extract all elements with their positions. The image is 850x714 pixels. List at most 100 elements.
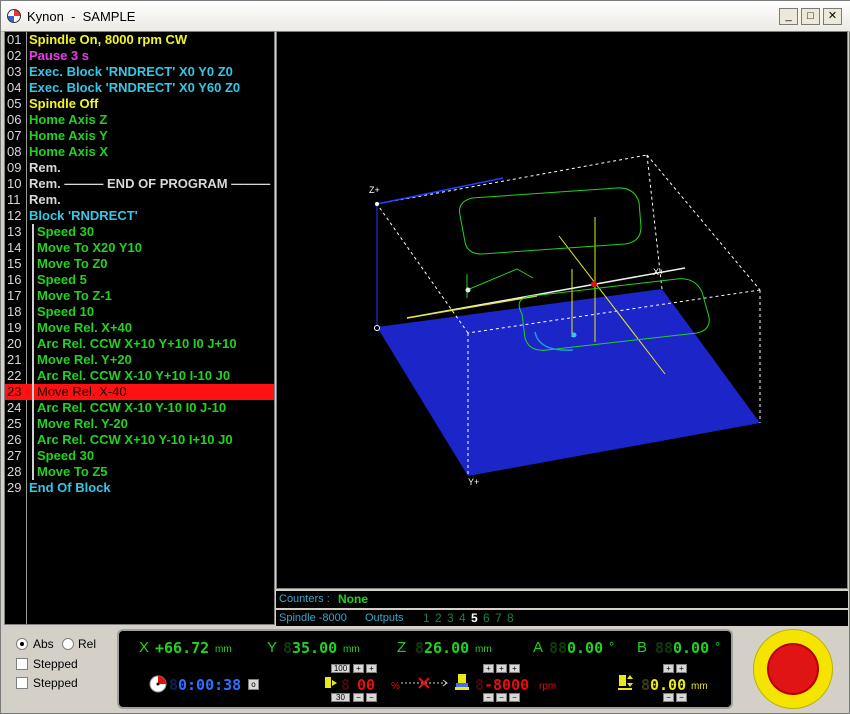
maximize-button[interactable]: □: [801, 8, 820, 25]
zsafe-minus-button-2[interactable]: −: [676, 693, 687, 702]
program-line[interactable]: 11 Rem.: [5, 192, 274, 208]
program-line[interactable]: 19 Move Rel. X+40: [5, 320, 274, 336]
program-line[interactable]: 08 Home Axis X: [5, 144, 274, 160]
program-line[interactable]: 29 End Of Block: [5, 480, 274, 496]
program-line[interactable]: 25 Move Rel. Y-20: [5, 416, 274, 432]
emergency-stop-red-cap[interactable]: [769, 645, 817, 693]
z-axis-dro-value[interactable]: 26.00: [424, 639, 469, 657]
close-button[interactable]: ✕: [823, 8, 842, 25]
program-line[interactable]: 04 Exec. Block 'RNDRECT' X0 Y60 Z0: [5, 80, 274, 96]
line-command: Move To Z0: [37, 256, 108, 271]
zsafe-plus-button-2[interactable]: +: [676, 664, 687, 673]
rpm-minus-button-3[interactable]: −: [509, 693, 520, 702]
y-axis-unit: mm: [343, 644, 360, 655]
window-title: Kynon - SAMPLE: [27, 9, 136, 24]
output-indicator-5: 5: [471, 611, 478, 625]
feed-minus-button[interactable]: −: [353, 693, 364, 702]
b-axis-dro-value[interactable]: 0.00: [673, 639, 709, 657]
line-command: Arc Rel. CCW X-10 Y-10 I0 J-10: [37, 400, 227, 415]
program-line[interactable]: 26 Arc Rel. CCW X+10 Y-10 I+10 J0: [5, 432, 274, 448]
minimize-button[interactable]: _: [779, 8, 798, 25]
stepped-label-2: Stepped: [33, 676, 78, 690]
program-line[interactable]: 28 Move To Z5: [5, 464, 274, 480]
feed-plus-fast-button[interactable]: +: [366, 664, 377, 673]
x-axis-label: X+: [653, 267, 664, 277]
rpm-minus-button-1[interactable]: −: [483, 693, 494, 702]
line-command: Speed 30: [37, 224, 95, 239]
title-bar[interactable]: Kynon - SAMPLE _ □ ✕: [1, 1, 850, 32]
program-line[interactable]: 14 Move To X20 Y10: [5, 240, 274, 256]
a-axis-dro-value[interactable]: 0.00: [567, 639, 603, 657]
program-line[interactable]: 12 Block 'RNDRECT': [5, 208, 274, 224]
zsafe-value: 0.00: [650, 676, 687, 694]
rel-radio[interactable]: [62, 638, 74, 650]
stepped-checkbox-2[interactable]: [16, 677, 28, 689]
timer-reset-button[interactable]: o: [248, 679, 259, 690]
z-axis-line: [376, 177, 504, 205]
program-line[interactable]: 10 Rem. ——— END OF PROGRAM ———: [5, 176, 274, 192]
program-line[interactable]: 17 Move To Z-1: [5, 288, 274, 304]
y-axis-label: Y+: [468, 477, 479, 487]
line-command: Move To Z5: [37, 464, 108, 479]
line-command: Speed 30: [37, 448, 95, 463]
a-axis-dro-ghost: 88: [549, 639, 568, 657]
timer-clock-icon: [149, 675, 167, 693]
program-line[interactable]: 21 Move Rel. Y+20: [5, 352, 274, 368]
line-number: 08: [7, 144, 22, 159]
program-line[interactable]: 20 Arc Rel. CCW X+10 Y+10 I0 J+10: [5, 336, 274, 352]
rpm-plus-button-1[interactable]: +: [483, 664, 494, 673]
program-line[interactable]: 23 Move Rel. X-40: [5, 384, 274, 400]
rpm-plus-button-3[interactable]: +: [509, 664, 520, 673]
y-axis-dro-value[interactable]: 35.00: [292, 639, 337, 657]
rpm-value: -8000: [484, 676, 530, 694]
app-logo-icon: [7, 9, 21, 23]
program-line[interactable]: 22 Arc Rel. CCW X-10 Y+10 I-10 J0: [5, 368, 274, 384]
block-indent-bar: [32, 240, 34, 256]
program-line[interactable]: 09 Rem.: [5, 160, 274, 176]
z-safe-height-icon: [618, 675, 633, 690]
output-indicator-1: 1: [423, 611, 430, 625]
toolpath-approach: [466, 268, 534, 291]
toolpath-3d-view[interactable]: Z+ Y+ X+: [276, 31, 848, 589]
output-indicator-6: 6: [483, 611, 490, 625]
rpm-minus-button-2[interactable]: −: [496, 693, 507, 702]
program-line[interactable]: 01 Spindle On, 8000 rpm CW: [5, 32, 274, 48]
program-line[interactable]: 15 Move To Z0: [5, 256, 274, 272]
feed-minus-fast-button[interactable]: −: [366, 693, 377, 702]
program-line[interactable]: 24 Arc Rel. CCW X-10 Y-10 I0 J-10: [5, 400, 274, 416]
program-line[interactable]: 18 Speed 10: [5, 304, 274, 320]
program-line[interactable]: 03 Exec. Block 'RNDRECT' X0 Y0 Z0: [5, 64, 274, 80]
feed-plus-button[interactable]: +: [353, 664, 364, 673]
counters-label: Counters :: [279, 593, 330, 605]
b-axis-dro-label: B: [637, 639, 648, 656]
status-bar: Spindle -8000 Outputs 12345678: [276, 610, 848, 626]
program-line[interactable]: 07 Home Axis Y: [5, 128, 274, 144]
program-line[interactable]: 06 Home Axis Z: [5, 112, 274, 128]
program-line[interactable]: 13 Speed 30: [5, 224, 274, 240]
zsafe-plus-button-1[interactable]: +: [663, 664, 674, 673]
emergency-stop-button[interactable]: [753, 629, 833, 709]
feed-override-bottom[interactable]: 30: [331, 693, 350, 702]
program-line[interactable]: 02 Pause 3 s: [5, 48, 274, 64]
line-number: 10: [7, 176, 22, 191]
x-axis-dro-label: X: [139, 639, 150, 656]
toolpath-canvas[interactable]: Z+ Y+ X+: [277, 32, 849, 590]
line-command: Rem.: [29, 192, 61, 207]
rpm-plus-button-2[interactable]: +: [496, 664, 507, 673]
line-number: 05: [7, 96, 22, 111]
line-command: Move Rel. Y+20: [37, 352, 132, 367]
program-line[interactable]: 27 Speed 30: [5, 448, 274, 464]
feed-override-top[interactable]: 100: [331, 664, 350, 673]
z-axis-dro-ghost: 8: [415, 639, 425, 657]
zsafe-minus-button-1[interactable]: −: [663, 693, 674, 702]
program-line[interactable]: 16 Speed 5: [5, 272, 274, 288]
x-axis-dro-value[interactable]: +66.72: [155, 639, 209, 657]
stepped-checkbox-1[interactable]: [16, 658, 28, 670]
zsafe-unit: mm: [691, 681, 708, 692]
program-list[interactable]: 01 Spindle On, 8000 rpm CW 02 Pause 3 s 03 Ex…: [4, 31, 275, 625]
line-number: 06: [7, 112, 22, 127]
a-axis-unit: °: [609, 639, 615, 654]
program-line[interactable]: 05 Spindle Off: [5, 96, 274, 112]
spindle-link-indicator: [401, 677, 448, 689]
abs-radio[interactable]: [16, 638, 28, 650]
